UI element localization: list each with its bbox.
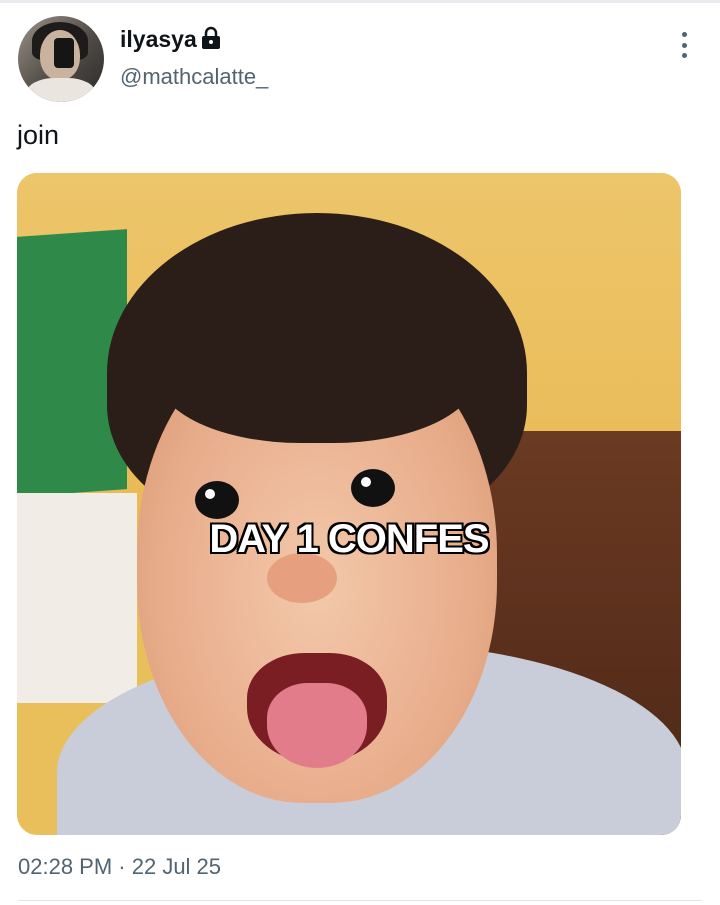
- timestamp-separator: ·: [112, 854, 132, 879]
- bottom-divider: [18, 900, 702, 901]
- display-name[interactable]: ilyasya: [120, 26, 197, 53]
- media-caption: DAY 1 CONFES: [209, 517, 489, 561]
- more-options-icon[interactable]: [674, 32, 694, 58]
- avatar[interactable]: [18, 16, 104, 102]
- top-divider: [0, 0, 720, 3]
- tweet-time: 02:28 PM: [18, 854, 113, 879]
- lock-icon: [202, 26, 220, 49]
- tweet-header: ilyasya @mathcalatte_: [18, 16, 702, 106]
- tweet-timestamp[interactable]: 02:28 PM · 22 Jul 25: [18, 854, 221, 880]
- tweet-media-image[interactable]: DAY 1 CONFES: [17, 173, 681, 835]
- tweet-date: 22 Jul 25: [131, 854, 222, 879]
- user-handle[interactable]: @mathcalatte_: [120, 64, 268, 90]
- tweet-text: join: [17, 120, 60, 150]
